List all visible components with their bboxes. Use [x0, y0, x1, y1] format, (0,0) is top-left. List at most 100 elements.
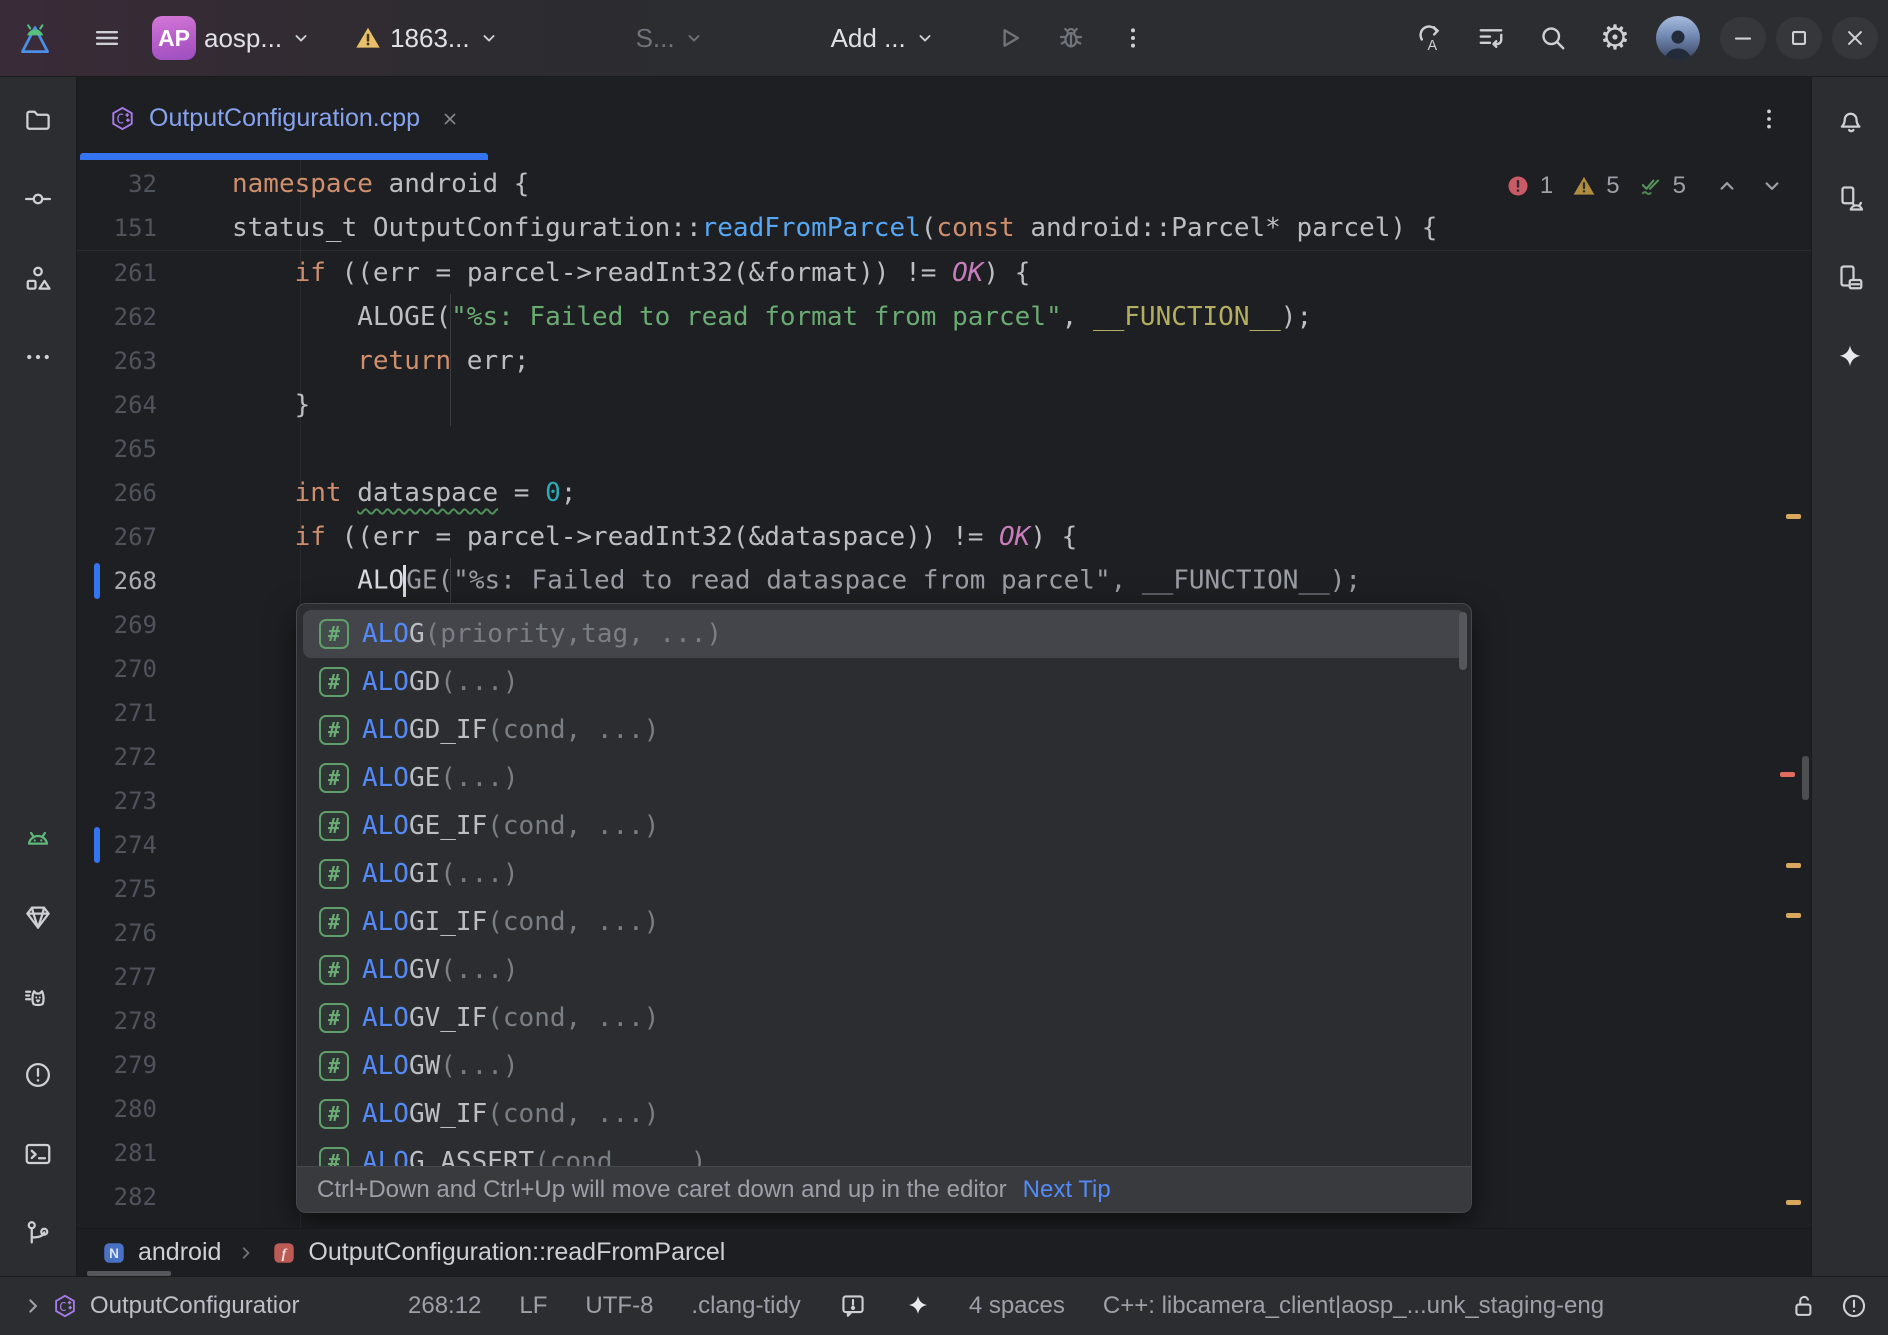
- lock-open-icon[interactable]: [1790, 1292, 1818, 1320]
- completion-item[interactable]: #ALOG_ASSERT(cond, ...): [303, 1138, 1465, 1166]
- analyzer-widget[interactable]: .clang-tidy: [691, 1292, 800, 1320]
- inspections-widget[interactable]: 1 5 5: [1505, 172, 1785, 200]
- vcs-branch-widget[interactable]: 1863...: [346, 13, 508, 63]
- tab-options-kebab-icon[interactable]: [1755, 105, 1783, 133]
- line-number[interactable]: 268: [77, 567, 157, 595]
- line-number[interactable]: 279: [77, 1051, 157, 1079]
- line-number[interactable]: 277: [77, 963, 157, 991]
- profiler-cat-icon[interactable]: [13, 971, 63, 1021]
- completion-item[interactable]: #ALOGE(...): [303, 754, 1465, 802]
- terminal-icon[interactable]: [13, 1129, 63, 1179]
- editor-scrollbar-thumb[interactable]: [1802, 756, 1809, 800]
- completion-item[interactable]: #ALOG(priority,tag, ...): [303, 610, 1465, 658]
- line-number[interactable]: 270: [77, 655, 157, 683]
- problems-icon[interactable]: [13, 1050, 63, 1100]
- code-line[interactable]: 262 ALOGE("%s: Failed to read format fro…: [77, 295, 1811, 339]
- completion-item[interactable]: #ALOGW_IF(cond, ...): [303, 1090, 1465, 1138]
- completion-item[interactable]: #ALOGV_IF(cond, ...): [303, 994, 1465, 1042]
- version-control-branch-icon[interactable]: [13, 1208, 63, 1258]
- next-problem-chevron-icon[interactable]: [1759, 173, 1785, 199]
- line-number[interactable]: 264: [77, 391, 157, 419]
- line-number[interactable]: 280: [77, 1095, 157, 1123]
- gemini-sparkle-icon[interactable]: [1825, 332, 1875, 382]
- logcat-android-icon[interactable]: [13, 813, 63, 863]
- code-line[interactable]: 261 if ((err = parcel->readInt32(&format…: [77, 251, 1811, 295]
- next-tip-link[interactable]: Next Tip: [1023, 1176, 1111, 1204]
- line-number[interactable]: 278: [77, 1007, 157, 1035]
- completion-item[interactable]: #ALOGD(...): [303, 658, 1465, 706]
- ai-sparkle-icon[interactable]: [905, 1293, 931, 1319]
- line-number[interactable]: 265: [77, 435, 157, 463]
- commit-icon[interactable]: [13, 174, 63, 224]
- line-number[interactable]: 281: [77, 1139, 157, 1167]
- stripe-error-mark[interactable]: [1780, 772, 1795, 777]
- vcs-change-marker[interactable]: [94, 827, 100, 863]
- completion-item[interactable]: #ALOGI_IF(cond, ...): [303, 898, 1465, 946]
- tab-outputconfiguration-cpp[interactable]: C OutputConfiguration.cpp: [77, 77, 491, 160]
- expand-panel-chevron-icon[interactable]: [20, 1293, 46, 1319]
- line-number[interactable]: 271: [77, 699, 157, 727]
- line-number[interactable]: 272: [77, 743, 157, 771]
- device-selector[interactable]: S...: [628, 13, 713, 63]
- stripe-warning-mark[interactable]: [1786, 863, 1801, 868]
- code-line[interactable]: 263 return err;: [77, 339, 1811, 383]
- more-tool-windows-icon[interactable]: [13, 332, 63, 382]
- completion-item[interactable]: #ALOGI(...): [303, 850, 1465, 898]
- code-line[interactable]: 267 if ((err = parcel->readInt32(&datasp…: [77, 515, 1811, 559]
- line-number[interactable]: 282: [77, 1183, 157, 1211]
- line-number[interactable]: 266: [77, 479, 157, 507]
- vcs-change-marker[interactable]: [94, 563, 100, 599]
- indent-widget[interactable]: 4 spaces: [969, 1292, 1065, 1320]
- task-list-button[interactable]: [1466, 13, 1516, 63]
- code-line[interactable]: 151status_t OutputConfiguration::readFro…: [77, 206, 1811, 250]
- main-menu-button[interactable]: [82, 13, 132, 63]
- stripe-warning-mark[interactable]: [1786, 1200, 1801, 1205]
- code-line[interactable]: 268 ALOGE("%s: Failed to read dataspace …: [77, 559, 1811, 603]
- user-avatar[interactable]: [1656, 16, 1700, 60]
- reader-mode-icon[interactable]: [839, 1292, 867, 1320]
- completion-item[interactable]: #ALOGD_IF(cond, ...): [303, 706, 1465, 754]
- tab-close-icon[interactable]: [439, 108, 461, 130]
- popup-scrollbar-thumb[interactable]: [1459, 612, 1467, 670]
- running-devices-icon[interactable]: [1825, 253, 1875, 303]
- toolchain-widget[interactable]: C++: libcamera_client|aosp_...unk_stagin…: [1103, 1292, 1604, 1320]
- maximize-button[interactable]: [1776, 17, 1822, 59]
- code-line[interactable]: 265: [77, 427, 1811, 471]
- encoding-widget[interactable]: UTF-8: [585, 1292, 653, 1320]
- completion-item[interactable]: #ALOGE_IF(cond, ...): [303, 802, 1465, 850]
- project-widget[interactable]: AP aosp...: [144, 13, 320, 63]
- stripe-warning-mark[interactable]: [1786, 913, 1801, 918]
- line-number[interactable]: 276: [77, 919, 157, 947]
- status-current-file[interactable]: C OutputConfiguratior: [52, 1292, 370, 1320]
- app-quality-insights-gem-icon[interactable]: [13, 892, 63, 942]
- breadcrumb-function[interactable]: f OutputConfiguration::readFromParcel: [271, 1238, 725, 1267]
- code-line[interactable]: 264 }: [77, 383, 1811, 427]
- line-number[interactable]: 275: [77, 875, 157, 903]
- line-number[interactable]: 151: [77, 214, 157, 242]
- minimize-button[interactable]: [1720, 17, 1766, 59]
- run-button[interactable]: [984, 13, 1034, 63]
- completion-item[interactable]: #ALOGW(...): [303, 1042, 1465, 1090]
- device-manager-icon[interactable]: [1825, 174, 1875, 224]
- more-actions-button[interactable]: [1108, 13, 1158, 63]
- completion-item[interactable]: #ALOGV(...): [303, 946, 1465, 994]
- line-number[interactable]: 32: [77, 170, 157, 198]
- line-number[interactable]: 262: [77, 303, 157, 331]
- previous-problem-chevron-icon[interactable]: [1714, 173, 1740, 199]
- line-number[interactable]: 263: [77, 347, 157, 375]
- search-everywhere-button[interactable]: [1528, 13, 1578, 63]
- line-separator-widget[interactable]: LF: [519, 1292, 547, 1320]
- close-button[interactable]: [1832, 17, 1878, 59]
- translate-actions-button[interactable]: A: [1404, 13, 1454, 63]
- project-folder-icon[interactable]: [13, 95, 63, 145]
- code-line[interactable]: 266 int dataspace = 0;: [77, 471, 1811, 515]
- structure-icon[interactable]: [13, 253, 63, 303]
- line-number[interactable]: 267: [77, 523, 157, 551]
- debug-button[interactable]: [1046, 13, 1096, 63]
- settings-button[interactable]: ⚙: [1590, 13, 1640, 63]
- line-number[interactable]: 261: [77, 259, 157, 287]
- line-number[interactable]: 273: [77, 787, 157, 815]
- breadcrumb-namespace[interactable]: N android: [101, 1238, 221, 1267]
- code-editor[interactable]: 32namespace android {151status_t OutputC…: [77, 160, 1811, 1228]
- error-circle-icon[interactable]: [1840, 1292, 1868, 1320]
